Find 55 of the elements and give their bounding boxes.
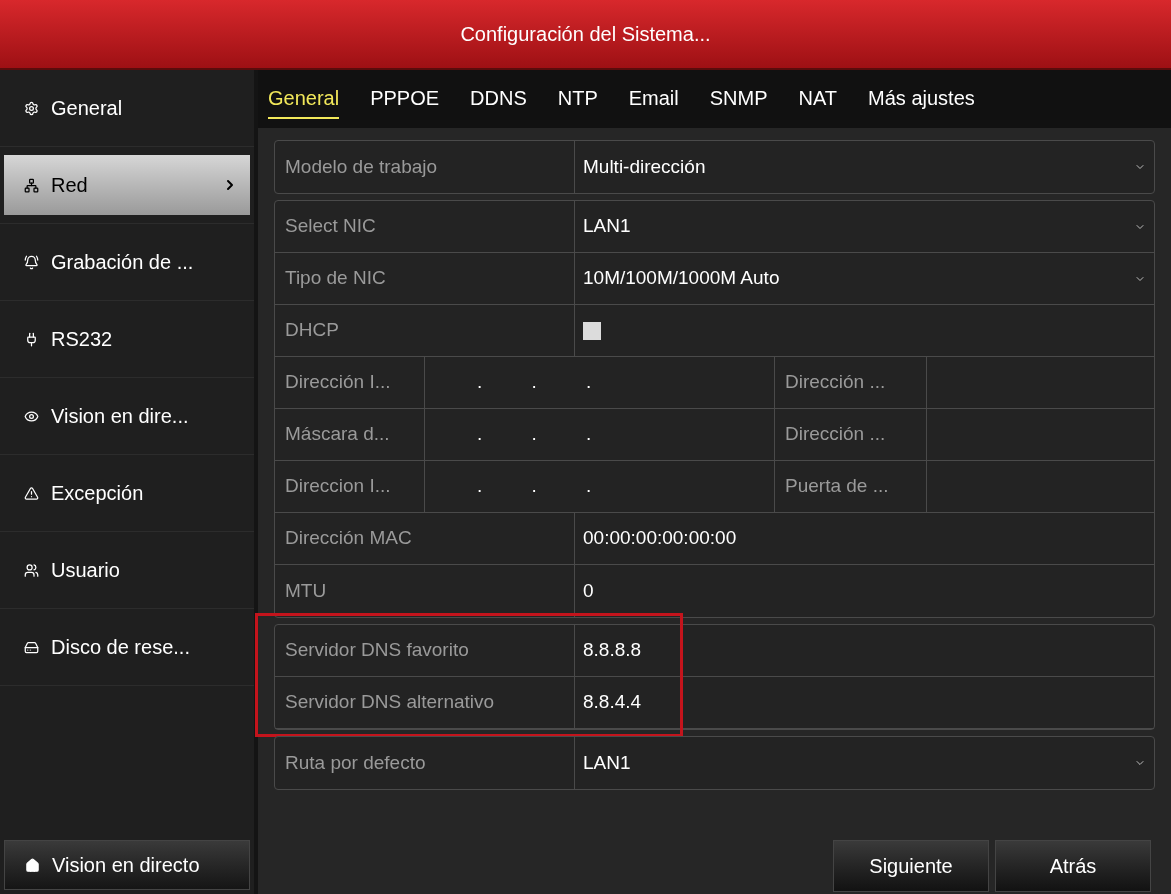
field-label: Servidor DNS alternativo (285, 690, 495, 715)
tab[interactable]: NAT (798, 79, 838, 119)
network-icon (24, 177, 39, 193)
sidebar-item[interactable]: RS232 (4, 309, 250, 369)
gear-icon (24, 100, 39, 116)
field-label: Servidor DNS favorito (285, 638, 469, 663)
home-icon (25, 857, 40, 873)
live-view-button[interactable]: Vision en directo (4, 840, 250, 890)
bell-icon (24, 254, 39, 270)
tab[interactable]: General (268, 79, 340, 119)
sidebar-item[interactable]: Red (4, 155, 250, 215)
dropdown[interactable]: Multi-dirección (575, 141, 1154, 193)
field-label: Tipo de NIC (285, 266, 386, 291)
sidebar-item[interactable]: Grabación de ... (4, 232, 250, 292)
tab[interactable]: NTP (557, 79, 598, 119)
sidebar-item[interactable]: Disco de rese... (4, 617, 250, 677)
sidebar-item[interactable]: Vision en dire... (4, 386, 250, 446)
action-button[interactable]: Atrás (995, 840, 1151, 892)
window-title: Configuración del Sistema... (460, 22, 711, 47)
field-label: Select NIC (285, 214, 376, 239)
tab[interactable]: PPPOE (370, 79, 440, 119)
users-icon (24, 562, 39, 578)
dropdown[interactable]: 10M/100M/1000M Auto (575, 253, 1154, 304)
field-label: Dirección ... (785, 370, 886, 395)
ip-field[interactable]: . . . (477, 472, 592, 501)
field-value[interactable]: 8.8.8.8 (583, 636, 642, 665)
field-label: Puerta de ... (785, 474, 889, 499)
field-label: Dirección MAC (285, 526, 412, 551)
checkbox[interactable] (583, 321, 601, 340)
tab[interactable]: Email (628, 79, 679, 119)
plug-icon (24, 331, 39, 347)
field-label: Dirección I... (285, 370, 391, 395)
tab[interactable]: DDNS (470, 79, 527, 119)
eye-icon (24, 408, 39, 424)
field-label: Dirección ... (785, 422, 886, 447)
sidebar-item[interactable]: General (4, 78, 250, 138)
field-label: MTU (285, 578, 327, 603)
field-label: Máscara d... (285, 422, 390, 447)
tab[interactable]: SNMP (709, 79, 768, 119)
ip-field[interactable]: . . . (477, 368, 592, 397)
sidebar-item[interactable]: Excepción (4, 463, 250, 523)
sidebar-item[interactable]: Usuario (4, 540, 250, 600)
field-label: Direccion I... (285, 474, 391, 499)
warning-icon (24, 485, 39, 501)
dropdown[interactable]: LAN1 (575, 201, 1154, 252)
field-label: DHCP (285, 318, 339, 343)
field-value[interactable]: 00:00:00:00:00:00 (583, 524, 737, 553)
field-label: Ruta por defecto (285, 750, 426, 775)
field-value[interactable]: 0 (583, 576, 594, 606)
action-button[interactable]: Siguiente (833, 840, 989, 892)
field-label: Modelo de trabajo (285, 154, 438, 179)
field-value[interactable]: 8.8.4.4 (583, 688, 642, 717)
ip-field[interactable]: . . . (477, 420, 592, 449)
dropdown[interactable]: LAN1 (575, 737, 1154, 789)
tab[interactable]: Más ajustes (868, 79, 975, 119)
